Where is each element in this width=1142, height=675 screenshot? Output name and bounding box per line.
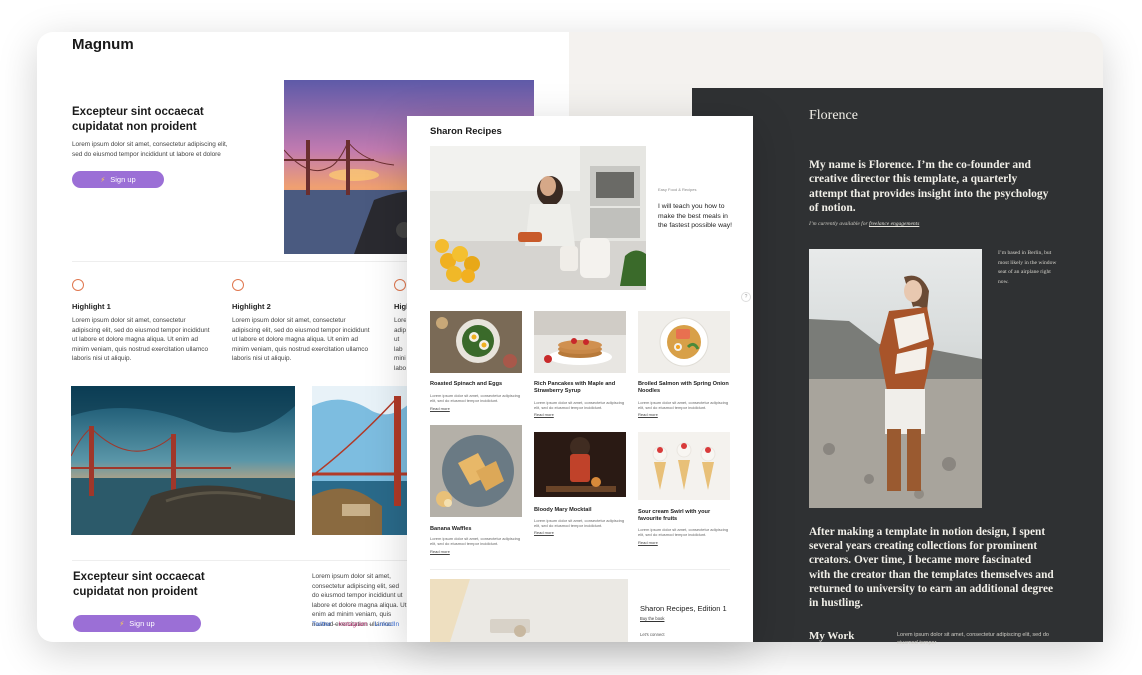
florence-title[interactable]: Florence	[809, 108, 858, 124]
recipe-title[interactable]: Roasted Spinach and Eggs	[430, 381, 522, 388]
connect-label: Let's connect	[640, 632, 665, 637]
buy-book-link[interactable]: Buy the book	[640, 616, 664, 621]
read-more-link[interactable]: Read more	[638, 412, 658, 417]
highlight-2-icon	[232, 279, 244, 291]
instagram-link[interactable]: Instagram	[338, 621, 367, 628]
bridge-image-2	[312, 386, 412, 535]
hero-signup-label: Sign up	[110, 175, 136, 184]
recipe-title[interactable]: Rich Pancakes with Maple and Strawberry …	[534, 381, 626, 395]
my-work-text: Lorem ipsum dolor sit amet, consectetur …	[897, 632, 1049, 646]
help-icon[interactable]: ?	[741, 292, 751, 302]
availability-note: I’m currently available for freelance en…	[809, 221, 920, 227]
recipe-desc: Lorem ipsum dolor sit amet, consectetur …	[430, 536, 521, 547]
hero-text: Lorem ipsum dolor sit amet, consectetur …	[72, 141, 228, 158]
recipe-desc: Lorem ipsum dolor sit amet, consectetur …	[534, 518, 625, 529]
highlight-3-text: Lore adipi ut lab mini labor	[394, 317, 406, 372]
lightning-icon: ⚡	[100, 176, 106, 184]
book-cover-image	[430, 579, 628, 642]
category-label: Easy Food & Recipes	[658, 187, 697, 192]
highlight-3-icon	[394, 279, 406, 291]
read-more-link[interactable]: Read more	[638, 540, 658, 545]
recipe-image-pancakes	[534, 311, 626, 373]
hero-cooking-image	[430, 146, 646, 290]
location-note: I’m based in Berlin, but most likely in …	[998, 250, 1057, 285]
hero-heading: Excepteur sint occaecat cupidatat non pr…	[72, 106, 204, 133]
recipe-desc: Lorem ipsum dolor sit amet, consectetur …	[638, 400, 729, 411]
florence-intro: My name is Florence. I’m the co-founder …	[809, 159, 1049, 215]
magnum-logo[interactable]: Magnum	[72, 36, 134, 53]
bottom-signup-label: Sign up	[129, 619, 155, 628]
bottom-signup-button[interactable]: ⚡ Sign up	[73, 615, 201, 632]
recipe-image-salmon	[638, 311, 730, 373]
my-work-heading: My Work	[809, 630, 855, 642]
bottom-heading: Excepteur sint occaecat cupidatat non pr…	[73, 571, 205, 598]
social-links: Twitter – Instagram – LinkedIn	[312, 621, 400, 628]
read-more-link[interactable]: Read more	[430, 406, 450, 411]
florence-portrait	[809, 249, 982, 508]
hero-signup-button[interactable]: ⚡ Sign up	[72, 171, 164, 188]
sharon-tagline: I will teach you how to make the best me…	[658, 203, 733, 229]
highlight-1-icon	[72, 279, 84, 291]
twitter-link[interactable]: Twitter	[312, 621, 331, 628]
highlight-2-text: Lorem ipsum dolor sit amet, consectetur …	[232, 317, 370, 362]
read-more-link[interactable]: Read more	[534, 412, 554, 417]
recipe-desc: Lorem ipsum dolor sit amet, consectetur …	[430, 393, 521, 404]
sharon-title[interactable]: Sharon Recipes	[430, 126, 502, 137]
read-more-link[interactable]: Read more	[534, 530, 554, 535]
sharon-recipes-template: Sharon Recipes Easy Food & Recipes I wil…	[407, 116, 753, 642]
recipe-title[interactable]: Broiled Salmon with Spring Onion Noodles	[638, 381, 730, 395]
florence-template: Florence My name is Florence. I’m the co…	[692, 88, 1103, 646]
recipe-desc: Lorem ipsum dolor sit amet, consectetur …	[534, 400, 625, 411]
freelance-link[interactable]: freelance engagements	[869, 221, 919, 227]
recipe-title[interactable]: Banana Waffles	[430, 526, 522, 533]
highlight-1-title: Highlight 1	[72, 302, 111, 311]
recipe-title[interactable]: Sour cream Swirl with your favourite fru…	[638, 509, 730, 523]
read-more-link[interactable]: Read more	[430, 549, 450, 554]
recipe-desc: Lorem ipsum dolor sit amet, consectetur …	[638, 527, 729, 538]
bridge-image-1	[71, 386, 295, 535]
recipe-image-waffles	[430, 425, 522, 517]
recipe-title[interactable]: Bloody Mary Mocktail	[534, 507, 626, 514]
edition-title: Sharon Recipes, Edition 1	[640, 604, 727, 613]
highlight-2-title: Highlight 2	[232, 302, 271, 311]
lightning-icon: ⚡	[119, 620, 125, 628]
recipe-image-mocktail	[534, 432, 626, 497]
highlight-1-text: Lorem ipsum dolor sit amet, consectetur …	[72, 317, 210, 362]
section-divider	[430, 569, 730, 570]
linkedin-link[interactable]: LinkedIn	[375, 621, 400, 628]
florence-paragraph: After making a template in notion design…	[809, 526, 1054, 610]
recipe-image-spinach	[430, 311, 522, 373]
recipe-image-sour-cream	[638, 432, 730, 500]
